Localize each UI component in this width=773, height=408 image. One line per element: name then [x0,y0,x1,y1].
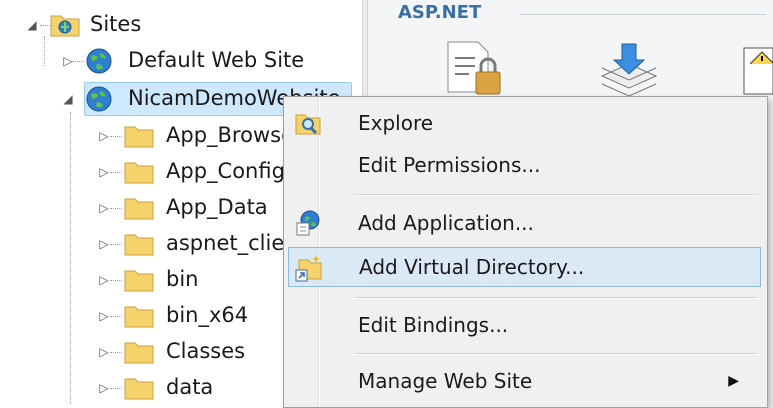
menu-item-manage-web-site[interactable]: Manage Web Site ▶ [288,361,761,401]
menu-separator [354,297,758,299]
expand-arrow-icon[interactable]: ▷ [98,273,110,287]
folder-icon [124,378,154,400]
menu-item-label: Manage Web Site [358,369,533,393]
menu-item-label: Add Application... [358,211,534,235]
menu-separator [354,353,758,355]
collapse-arrow-icon[interactable]: ◢ [62,92,74,106]
sites-folder-icon [50,15,80,37]
folder-label: App_Config [166,159,285,183]
add-virtual-directory-icon [295,255,322,282]
folder-label: bin [166,267,199,291]
collapse-arrow-icon[interactable]: ◢ [26,18,38,32]
menu-item-explore[interactable]: Explore [288,103,761,143]
globe-icon [86,86,112,112]
folder-label: App_Data [166,195,268,219]
warning-icon[interactable] [740,42,773,98]
folder-icon [124,342,154,364]
default-web-site-label: Default Web Site [128,48,305,72]
sites-label: Sites [90,12,142,36]
folder-icon [124,234,154,256]
explore-icon [295,114,321,135]
expand-arrow-icon[interactable]: ▷ [98,381,110,395]
folder-icon [124,306,154,328]
menu-item-edit-bindings[interactable]: Edit Bindings... [288,305,761,345]
expand-arrow-icon[interactable]: ▷ [98,201,110,215]
submenu-arrow-icon: ▶ [728,373,739,389]
expand-arrow-icon[interactable]: ▷ [98,237,110,251]
folder-label: data [166,375,214,399]
menu-item-label: Explore [358,111,434,135]
expand-arrow-icon[interactable]: ▷ [98,309,110,323]
section-divider [521,14,766,15]
section-header: ASP.NET [398,2,482,23]
authorization-rules-icon[interactable] [442,38,506,100]
folder-icon [124,270,154,292]
expand-arrow-icon[interactable]: ▷ [98,345,110,359]
expand-arrow-icon[interactable]: ▷ [98,129,110,143]
folder-label: Classes [166,339,246,363]
menu-item-add-application[interactable]: Add Application... [288,203,761,243]
add-application-icon [296,210,320,236]
menu-item-label: Edit Permissions... [358,153,541,177]
menu-item-add-virtual-directory[interactable]: Add Virtual Directory... [288,247,761,287]
menu-item-label: Add Virtual Directory... [359,255,585,279]
menu-item-label: Edit Bindings... [358,313,509,337]
globe-icon [86,48,112,74]
folder-icon [124,162,154,184]
folder-icon [124,126,154,148]
folder-label: bin_x64 [166,303,249,327]
menu-item-edit-permissions[interactable]: Edit Permissions... [288,145,761,185]
expand-arrow-icon[interactable]: ▷ [98,165,110,179]
folder-icon [124,198,154,220]
menu-separator [354,194,758,196]
context-menu: Explore Edit Permissions... Add Applicat… [283,96,768,408]
publish-install-icon[interactable] [598,42,660,98]
